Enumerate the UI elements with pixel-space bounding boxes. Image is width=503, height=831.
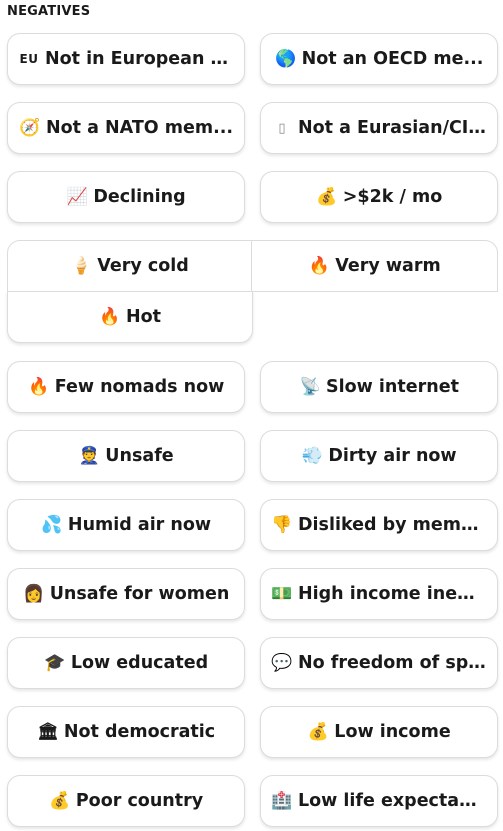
satellite-antenna-icon: 📡 [299,376,321,397]
compass-icon: 🧭 [19,117,41,138]
filter-label: Poor country [75,791,204,811]
filter-dirty-air[interactable]: 💨 Dirty air now [260,430,498,482]
filter-very-cold[interactable]: 🍦 Very cold [7,240,252,292]
money-bag-icon: 💰 [307,721,329,742]
fire-icon: 🔥 [99,306,121,327]
filter-label: Low income [334,722,451,742]
filter-label: Not an OECD me... [301,49,484,69]
filter-low-income[interactable]: 💰 Low income [260,706,498,758]
filter-not-eurasian[interactable]: ▯ Not a Eurasian/CIS... [260,102,498,154]
thumbs-down-icon: 👎 [271,514,293,535]
filter-few-nomads[interactable]: 🔥 Few nomads now [7,361,245,413]
filter-label: High income ineq... [298,584,487,604]
filter-label: >$2k / mo [342,187,443,207]
filter-unsafe[interactable]: 👮 Unsafe [7,430,245,482]
filter-label: Not in European U... [45,49,234,69]
sweat-droplets-icon: 💦 [41,514,63,535]
filter-not-oecd[interactable]: 🌎 Not an OECD me... [260,33,498,85]
graduation-cap-icon: 🎓 [44,652,66,673]
filter-not-nato[interactable]: 🧭 Not a NATO mem... [7,102,245,154]
filter-label: Declining [93,187,186,207]
filter-label: Not a Eurasian/CIS... [298,118,487,138]
filter-declining[interactable]: 📈 Declining [7,171,245,223]
filter-label: Slow internet [326,377,459,397]
fire-icon: 🔥 [308,255,330,276]
filter-humid-air[interactable]: 💦 Humid air now [7,499,245,551]
dashing-away-icon: 💨 [301,445,323,466]
fire-icon: 🔥 [28,376,50,397]
money-bag-icon: 💰 [316,186,338,207]
filter-label: Humid air now [67,515,212,535]
filter-hot[interactable]: 🔥 Hot [7,291,253,343]
filter-label: Low educated [70,653,209,673]
filter-label: Disliked by memb... [298,515,487,535]
filter-label: Dirty air now [328,446,457,466]
filter-disliked[interactable]: 👎 Disliked by memb... [260,499,498,551]
filter-label: Unsafe [105,446,174,466]
money-bag-icon: 💰 [49,790,71,811]
police-officer-icon: 👮 [78,445,100,466]
filter-no-freedom-of-speech[interactable]: 💬 No freedom of sp... [260,637,498,689]
chart-increasing-icon: 📈 [66,186,88,207]
filter-label: Hot [125,307,162,327]
filter-label: Not democratic [63,722,216,742]
filter-low-life-expectancy[interactable]: 🏥 Low life expectan... [260,775,498,827]
classical-building-icon: 🏛 [37,721,59,742]
speech-balloon-icon: 💬 [271,652,293,673]
dollar-banknote-icon: 💵 [271,583,293,604]
filter-label: Very cold [97,256,189,276]
filter-label: Unsafe for women [49,584,230,604]
filter-cost[interactable]: 💰 >$2k / mo [260,171,498,223]
filter-label: Not a NATO mem... [45,118,234,138]
filter-slow-internet[interactable]: 📡 Slow internet [260,361,498,413]
eu-icon: EU [19,52,39,66]
hospital-icon: 🏥 [271,790,293,811]
ice-cream-icon: 🍦 [70,255,92,276]
filter-poor-country[interactable]: 💰 Poor country [7,775,245,827]
missing-glyph-icon: ▯ [278,120,286,136]
filter-not-democratic[interactable]: 🏛 Not democratic [7,706,245,758]
filter-label: Few nomads now [54,377,225,397]
filter-very-warm[interactable]: 🔥 Very warm [251,240,498,292]
globe-icon: 🌎 [274,48,297,69]
filter-unsafe-women[interactable]: 👩 Unsafe for women [7,568,245,620]
woman-icon: 👩 [23,583,45,604]
filter-label: Very warm [335,256,441,276]
filter-label: Low life expectan... [298,791,487,811]
filter-income-inequality[interactable]: 💵 High income ineq... [260,568,498,620]
section-title-negatives: NEGATIVES [7,4,91,19]
filter-not-eu[interactable]: EU Not in European U... [7,33,245,85]
filter-label: No freedom of sp... [298,653,487,673]
filter-low-educated[interactable]: 🎓 Low educated [7,637,245,689]
